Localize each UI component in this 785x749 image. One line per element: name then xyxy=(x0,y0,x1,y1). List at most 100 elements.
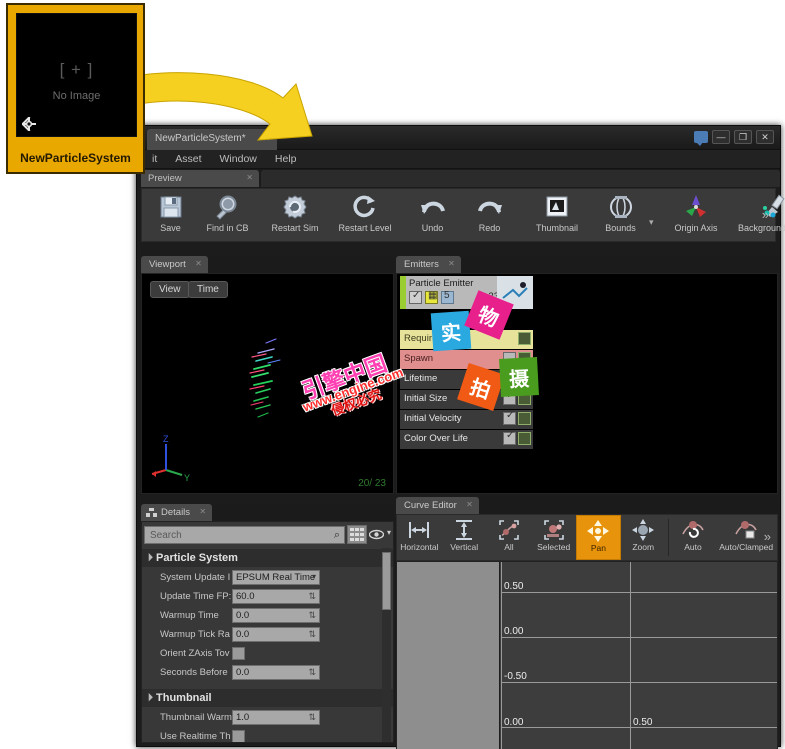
emitter-header[interactable]: Particle Emitter ✓ ▦ 5 23 xyxy=(400,276,533,309)
search-input[interactable]: Search ⌕ xyxy=(144,525,345,544)
tab-curve-editor-label: Curve Editor xyxy=(404,500,457,511)
tab-preview[interactable]: Preview ✕ xyxy=(141,170,259,187)
origin-axis-button[interactable]: Origin Axis xyxy=(661,189,731,241)
module-icons: ✓ xyxy=(503,410,531,425)
thumbnail-warmup-input[interactable]: 1.0 ⇅ xyxy=(232,709,320,725)
redo-button[interactable]: Redo xyxy=(461,189,518,241)
chevron-down-icon[interactable]: ▾ xyxy=(387,528,391,537)
spinner-icon[interactable]: ⇅ xyxy=(308,667,316,678)
restart-level-button[interactable]: Restart Level xyxy=(330,189,400,241)
seconds-before-input[interactable]: 0.0 ⇅ xyxy=(232,664,320,680)
curve-editor-canvas[interactable]: 0.50 0.00 -0.50 0.00 0.50 xyxy=(396,561,778,749)
module-row-initial-size[interactable]: Initial Size ✓ xyxy=(400,390,533,409)
tab-details[interactable]: Details ✕ xyxy=(141,504,213,521)
fit-selected-label: Selected xyxy=(537,542,571,552)
curve-toggle-icon[interactable] xyxy=(518,392,531,405)
module-enable-checkbox[interactable]: ✓ xyxy=(503,390,516,405)
close-icon[interactable]: ✕ xyxy=(195,259,202,268)
spinner-icon[interactable]: ⇅ xyxy=(308,610,316,621)
thumbnail-button[interactable]: Thumbnail xyxy=(522,189,592,241)
fit-vertical-button[interactable]: Vertical xyxy=(442,515,487,560)
undo-button[interactable]: Undo xyxy=(404,189,461,241)
warmup-tick-rate-input[interactable]: 0.0 ⇅ xyxy=(232,626,320,642)
curve-track-list[interactable] xyxy=(397,562,500,749)
module-enable-checkbox[interactable] xyxy=(503,352,516,365)
eye-icon[interactable]: ▾ xyxy=(369,525,391,544)
tab-viewport[interactable]: Viewport ✕ xyxy=(141,256,208,273)
emitters-body[interactable]: Particle Emitter ✓ ▦ 5 23 Required Spawn… xyxy=(396,273,778,494)
magnifier-icon xyxy=(214,193,242,221)
chevron-down-icon[interactable]: ▾ xyxy=(312,572,316,581)
property-row: Thumbnail Warm 1.0 ⇅ xyxy=(142,708,393,726)
curve-grid[interactable]: 0.50 0.00 -0.50 0.00 0.50 xyxy=(501,562,777,749)
orient-zaxis-checkbox[interactable] xyxy=(232,646,245,660)
search-icon[interactable]: ⌕ xyxy=(334,529,340,542)
feedback-icon[interactable] xyxy=(694,131,708,146)
save-button[interactable]: Save xyxy=(142,189,199,241)
property-row: Warmup Tick Ra 0.0 ⇅ xyxy=(142,625,393,643)
curve-toggle-icon[interactable] xyxy=(518,432,531,445)
module-row-lifetime[interactable]: Lifetime xyxy=(400,370,533,389)
viewport-canvas[interactable]: View Time Y Z 20/ 23 xyxy=(141,273,394,494)
update-time-fps-input[interactable]: 60.0 ⇅ xyxy=(232,588,320,604)
warmup-time-input[interactable]: 0.0 ⇅ xyxy=(232,607,320,623)
emitters-tab-header: Emitters ✕ xyxy=(396,256,778,273)
svg-text:Z: Z xyxy=(163,434,169,444)
tab-curve-editor[interactable]: Curve Editor ✕ xyxy=(396,497,479,514)
restart-sim-button[interactable]: Restart Sim xyxy=(260,189,330,241)
details-scrollbar-thumb[interactable] xyxy=(382,552,391,610)
asset-thumbnail-card[interactable]: [ + ] No Image NewParticleSystem xyxy=(6,3,145,174)
find-in-cb-button[interactable]: Find in CB xyxy=(199,189,256,241)
gridline-vertical xyxy=(501,562,502,749)
module-row-spawn[interactable]: Spawn xyxy=(400,350,533,369)
y-tick-label: 0.50 xyxy=(504,581,524,592)
module-label: Initial Size xyxy=(404,393,448,404)
module-enable-checkbox[interactable]: ✓ xyxy=(503,410,516,425)
spinner-icon[interactable]: ⇅ xyxy=(308,712,316,723)
close-button[interactable]: ✕ xyxy=(756,130,774,144)
auto-tangent-icon xyxy=(681,518,705,542)
close-icon[interactable]: ✕ xyxy=(466,500,473,509)
module-row-required[interactable]: Required xyxy=(400,330,533,349)
curve-toggle-icon[interactable] xyxy=(518,332,531,345)
maximize-button[interactable]: ❐ xyxy=(734,130,752,144)
close-icon[interactable]: ✕ xyxy=(246,173,253,182)
module-row-color-over-life[interactable]: Color Over Life ✓ xyxy=(400,430,533,449)
spinner-icon[interactable]: ⇅ xyxy=(308,629,316,640)
chevron-down-icon[interactable]: ▾ xyxy=(649,203,661,228)
emitter-enabled-checkbox[interactable]: ✓ xyxy=(409,290,422,304)
tab-emitters[interactable]: Emitters ✕ xyxy=(396,256,461,273)
fit-horizontal-button[interactable]: Horizontal xyxy=(397,515,442,560)
minimize-button[interactable]: — xyxy=(712,130,730,144)
section-header-thumbnail[interactable]: Thumbnail xyxy=(142,689,393,707)
close-icon[interactable]: ✕ xyxy=(448,259,455,268)
emitter-solo-checkbox[interactable]: ▦ xyxy=(425,290,438,304)
section-header-particle-system[interactable]: Particle System xyxy=(142,549,393,567)
close-icon[interactable]: ✕ xyxy=(199,507,206,516)
emitter-detail-checkbox[interactable]: 5 xyxy=(441,290,454,304)
grid-view-icon[interactable] xyxy=(347,525,367,544)
emitter-spacer xyxy=(400,309,533,330)
auto-tangent-button[interactable]: Auto xyxy=(671,515,716,560)
curve-toggle-icon[interactable] xyxy=(518,352,531,365)
pan-button[interactable]: Pan xyxy=(576,515,621,560)
emitter-toggles: ✓ ▦ 5 xyxy=(409,290,454,304)
zoom-button[interactable]: Zoom xyxy=(621,515,666,560)
bounds-button[interactable]: Bounds xyxy=(592,189,649,241)
emitter-column[interactable]: Particle Emitter ✓ ▦ 5 23 Required Spawn… xyxy=(400,276,533,450)
module-enable-checkbox[interactable]: ✓ xyxy=(503,430,516,445)
asset-thumbnail-image[interactable]: [ + ] No Image xyxy=(16,13,137,137)
module-row-initial-velocity[interactable]: Initial Velocity ✓ xyxy=(400,410,533,429)
spinner-icon[interactable]: ⇅ xyxy=(308,591,316,602)
use-realtime-thumbnail-checkbox[interactable] xyxy=(232,729,245,742)
fit-selected-button[interactable]: Selected xyxy=(531,515,576,560)
bounds-sphere-icon xyxy=(607,193,635,221)
curve-toolbar-overflow-icon[interactable]: » xyxy=(764,529,771,544)
toolbar-overflow-icon[interactable]: » xyxy=(762,207,769,222)
system-update-mode-dropdown[interactable]: EPSUM Real Time ▾ xyxy=(232,569,320,585)
curve-toggle-icon[interactable] xyxy=(518,412,531,425)
background-color-button[interactable]: Background Color xyxy=(731,189,785,241)
undo-label: Undo xyxy=(421,223,444,233)
fit-all-button[interactable]: All xyxy=(487,515,532,560)
main-toolbar: Save Find in CB Restart Sim Restart Leve… xyxy=(141,188,785,242)
